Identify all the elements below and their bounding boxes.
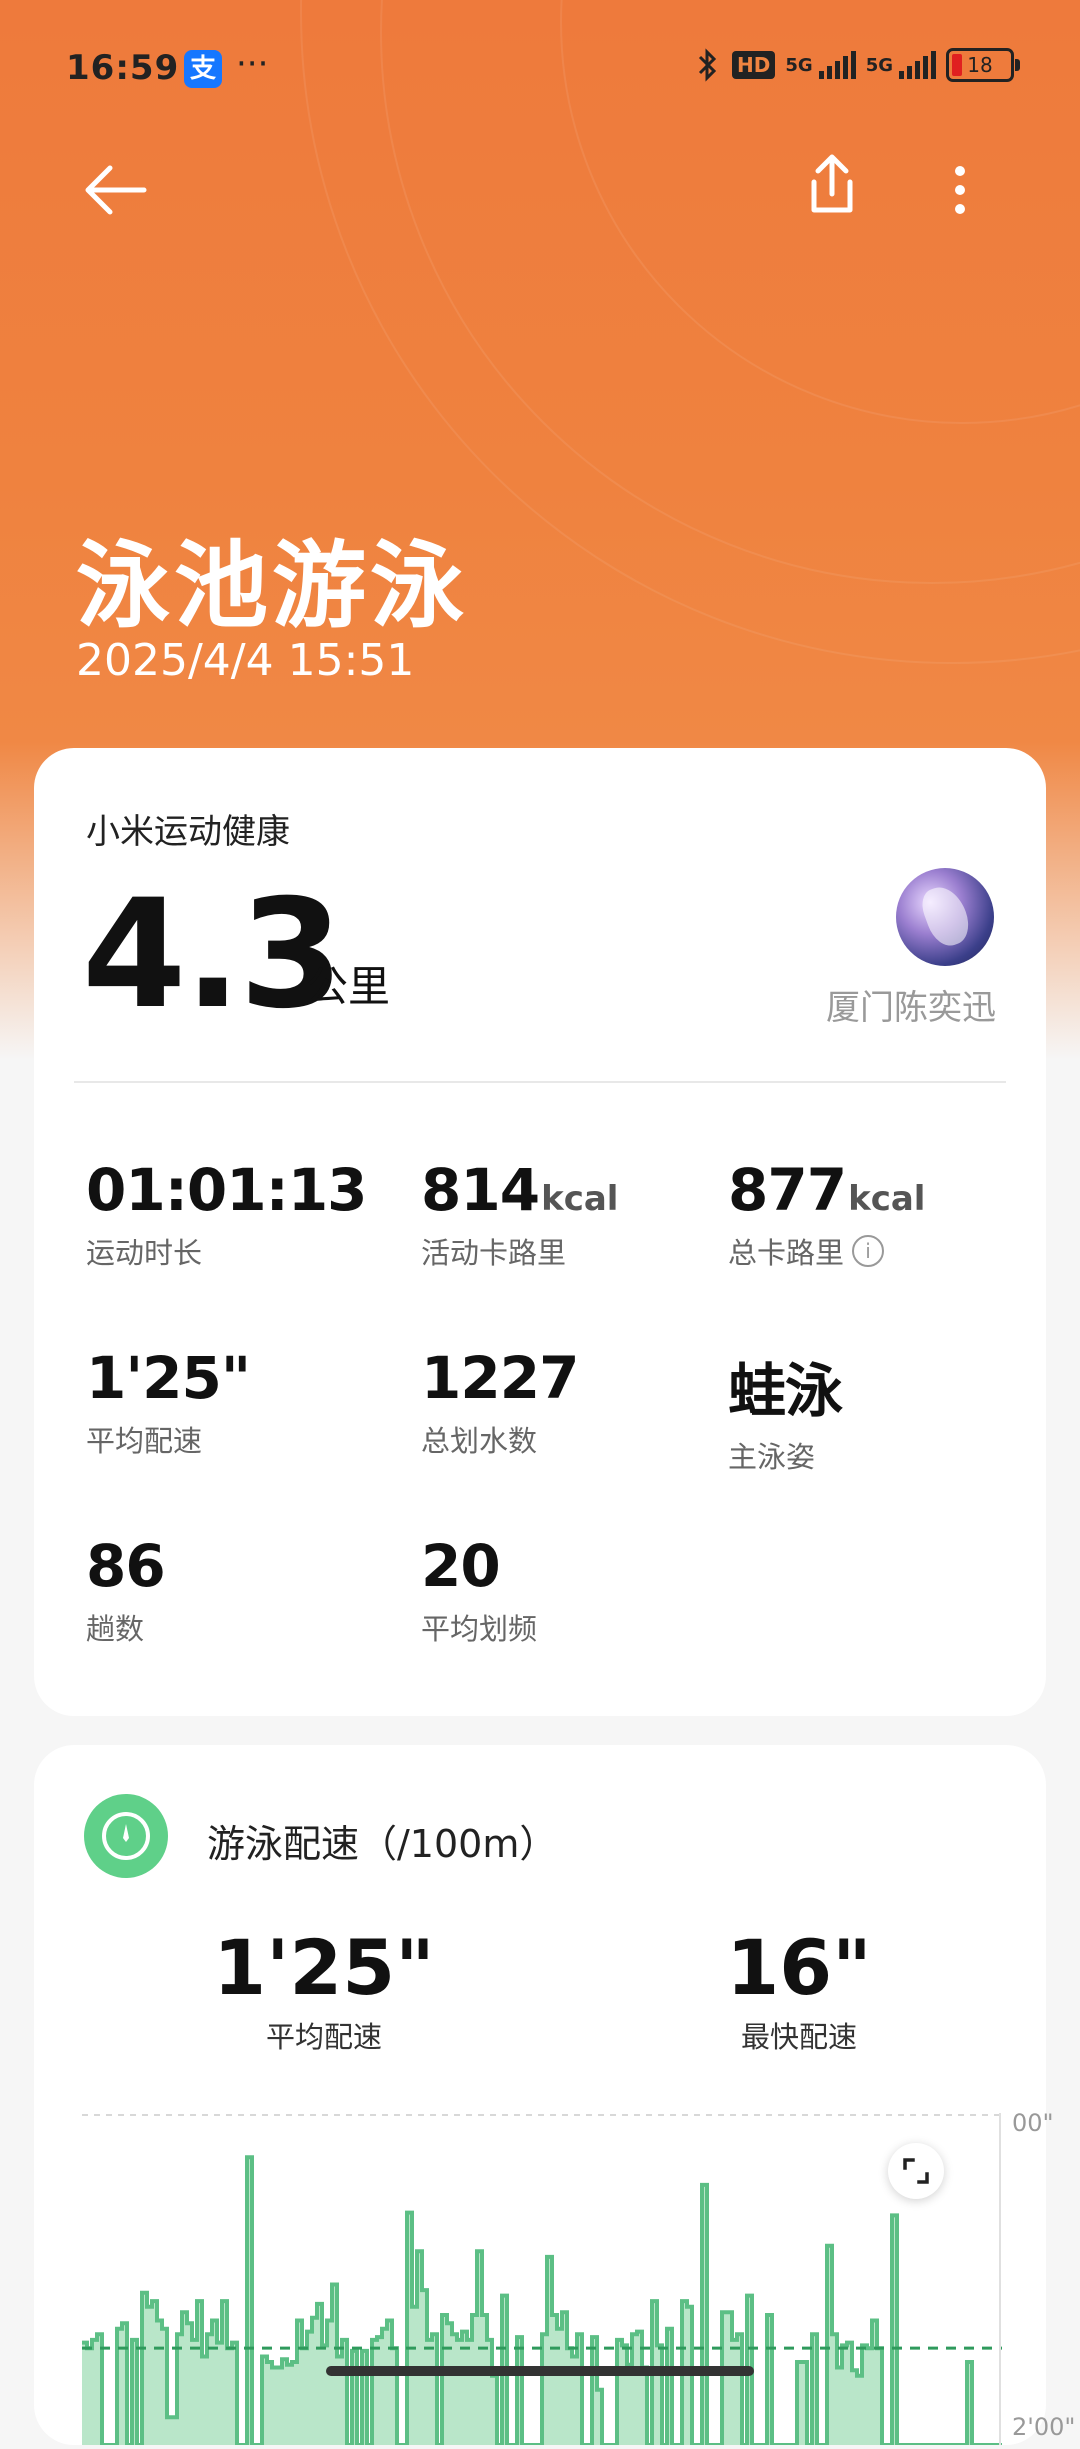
stat-label: 活动卡路里 xyxy=(421,1236,567,1270)
stat-label: 运动时长 xyxy=(86,1236,203,1270)
battery-level: 18 xyxy=(967,53,993,77)
pace-gauge-icon xyxy=(84,1794,168,1878)
pace-card-title: 游泳配速（/100m） xyxy=(207,1822,558,1866)
stat-label: 总卡路里 xyxy=(728,1236,845,1270)
stat-label: 趟数 xyxy=(86,1612,145,1646)
stat-label: 主泳姿 xyxy=(728,1440,816,1474)
stat-value: 814 xyxy=(421,1156,540,1224)
summary-card: 小米运动健康 4.3 公里 厦门陈奕迅 01:01:13 运动时长 814kca… xyxy=(34,748,1046,1716)
stat-value: 1227 xyxy=(421,1344,579,1412)
avatar[interactable] xyxy=(896,868,994,966)
bluetooth-icon xyxy=(698,48,717,82)
more-vertical-icon xyxy=(955,166,965,214)
stat-duration: 01:01:13 运动时长 xyxy=(86,1156,368,1272)
divider xyxy=(74,1081,1006,1083)
fastest-pace-value: 16" xyxy=(726,1923,872,2012)
expand-chart-button[interactable] xyxy=(888,2143,944,2199)
user-name: 厦门陈奕迅 xyxy=(826,988,996,1028)
hd-voice-icon: HD xyxy=(732,51,776,79)
home-indicator xyxy=(326,2366,754,2376)
avg-pace-label: 平均配速 xyxy=(265,2020,382,2054)
alipay-icon: 支 xyxy=(184,50,222,88)
status-time: 16:59 xyxy=(66,48,180,88)
arrow-left-icon xyxy=(85,165,147,215)
stat-total-calories: 877kcal 总卡路里 i xyxy=(728,1156,925,1272)
y-axis-top-label: 00" xyxy=(1012,2109,1054,2137)
signal-icon xyxy=(818,51,856,79)
fastest-pace-block: 16" 最快配速 xyxy=(724,1923,874,2056)
back-button[interactable] xyxy=(82,160,152,220)
share-button[interactable] xyxy=(800,150,864,220)
battery-icon: 18 xyxy=(946,48,1020,82)
fastest-pace-label: 最快配速 xyxy=(740,2020,857,2054)
distance-unit: 公里 xyxy=(306,962,391,1011)
network-5g-label: 5G xyxy=(785,54,813,76)
stat-value: 蛙泳 xyxy=(728,1357,843,1425)
stat-value: 86 xyxy=(86,1532,166,1600)
stat-value: 877 xyxy=(728,1156,847,1224)
stat-value: 20 xyxy=(421,1532,501,1600)
stat-value: 1'25" xyxy=(86,1344,251,1412)
stat-value: 01:01:13 xyxy=(86,1156,368,1224)
info-icon[interactable]: i xyxy=(852,1235,885,1267)
more-options-button[interactable] xyxy=(940,155,980,225)
stat-main-stroke: 蛙泳 主泳姿 xyxy=(728,1344,843,1476)
stat-active-calories: 814kcal 活动卡路里 xyxy=(421,1156,618,1272)
pace-chart[interactable]: 00" 2'00" xyxy=(82,2109,1075,2447)
stat-laps: 86 趟数 xyxy=(86,1532,166,1648)
stat-label: 平均配速 xyxy=(86,1424,203,1458)
stat-stroke-rate: 20 平均划频 xyxy=(421,1532,537,1648)
avg-pace-block: 1'25" 平均配速 xyxy=(194,1923,454,2056)
status-bar: 16:59 支 ··· HD 5G 5G 18 xyxy=(66,40,1020,100)
workout-datetime: 2025/4/4 15:51 xyxy=(76,635,415,686)
stat-avg-pace: 1'25" 平均配速 xyxy=(86,1344,251,1460)
data-source-label: 小米运动健康 xyxy=(86,812,290,852)
signal-icon xyxy=(899,51,936,79)
stat-total-strokes: 1227 总划水数 xyxy=(421,1344,579,1460)
stat-label: 总划水数 xyxy=(421,1424,538,1458)
avg-pace-value: 1'25" xyxy=(213,1923,435,2012)
pace-chart-svg xyxy=(82,2113,1002,2447)
stat-label: 平均划频 xyxy=(421,1612,538,1646)
network-5g-label: 5G xyxy=(865,54,893,76)
stat-unit: kcal xyxy=(848,1179,926,1219)
pace-card[interactable]: 游泳配速（/100m） 1'25" 平均配速 16" 最快配速 00" 2'00… xyxy=(34,1745,1075,2447)
distance-value: 4.3 xyxy=(82,868,344,1042)
y-axis-bottom-label: 2'00" xyxy=(1012,2413,1076,2441)
share-icon xyxy=(811,154,853,213)
notification-more-icon: ··· xyxy=(236,44,269,84)
expand-icon xyxy=(903,2158,929,2184)
stat-unit: kcal xyxy=(541,1179,619,1219)
page-title: 泳池游泳 xyxy=(76,532,469,641)
